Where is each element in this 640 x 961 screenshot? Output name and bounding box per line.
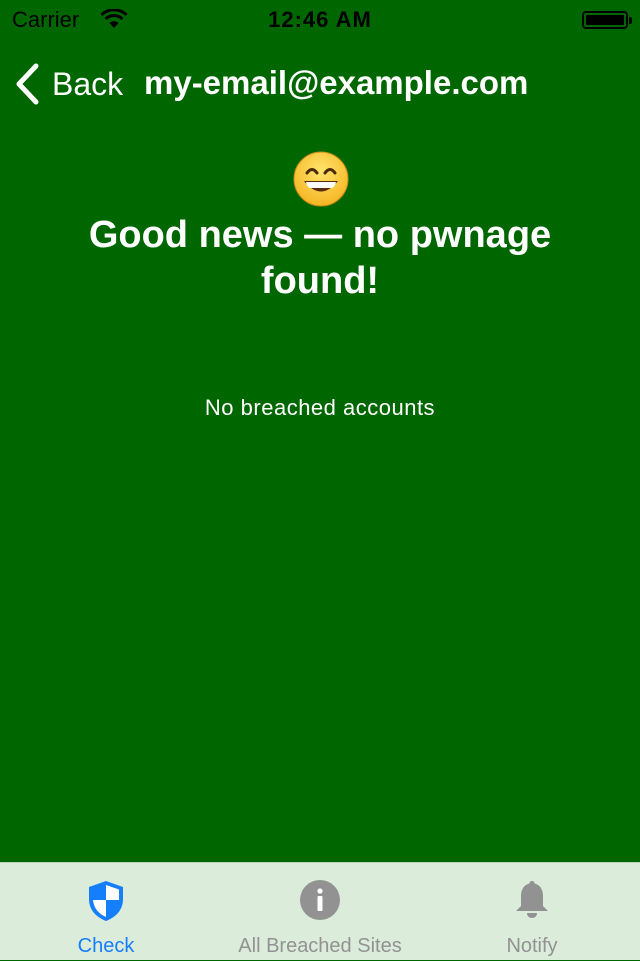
nav-title: my-email@example.com <box>144 64 529 101</box>
result-headline: Good news — no pwnage found! <box>88 214 552 302</box>
bell-icon <box>516 881 548 918</box>
tab-all-breached-sites[interactable]: All Breached Sites <box>200 863 440 961</box>
chevron-left-icon <box>16 63 39 105</box>
status-time: 12:46 AM <box>268 7 372 32</box>
navigation-bar: Back my-email@example.com <box>0 40 640 128</box>
smiling-face-icon <box>293 151 349 207</box>
tab-notify[interactable]: Notify <box>452 863 612 961</box>
tab-label: Check <box>77 935 135 957</box>
tab-bar: Check All Breached Sites Notify <box>0 862 640 960</box>
battery-icon <box>582 11 632 29</box>
back-button[interactable]: Back <box>14 62 123 106</box>
shield-icon <box>89 881 123 921</box>
tab-label: All Breached Sites <box>238 935 402 957</box>
back-label: Back <box>52 65 124 102</box>
info-icon <box>300 880 340 920</box>
status-bar: Carrier 12:46 AM <box>0 0 640 40</box>
no-breaches-text: No breached accounts <box>204 395 436 420</box>
tab-label: Notify <box>506 935 558 957</box>
tab-check[interactable]: Check <box>26 863 186 961</box>
